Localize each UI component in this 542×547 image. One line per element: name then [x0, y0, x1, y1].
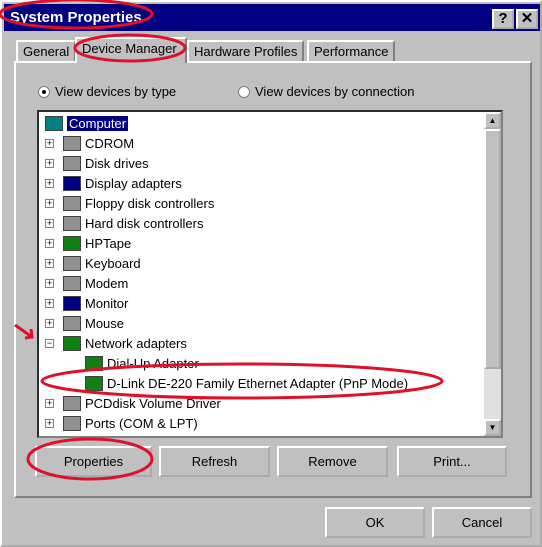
tree-item-label: HPTape — [85, 235, 132, 251]
tree-item[interactable]: Disk drives — [63, 154, 149, 172]
properties-button[interactable]: Properties — [35, 446, 152, 477]
mouse-icon — [63, 315, 81, 331]
expand-toggle[interactable]: − — [45, 339, 54, 348]
print-button[interactable]: Print... — [397, 446, 507, 477]
close-button[interactable]: ✕ — [516, 9, 538, 29]
tree-item[interactable]: D-Link DE-220 Family Ethernet Adapter (P… — [85, 374, 408, 392]
scroll-thumb[interactable] — [484, 129, 501, 369]
radio-label: View devices by type — [55, 84, 177, 99]
cancel-button[interactable]: Cancel — [432, 507, 532, 538]
modem-icon — [63, 275, 81, 291]
tree-item[interactable]: Floppy disk controllers — [63, 194, 214, 212]
expand-toggle[interactable]: + — [45, 139, 54, 148]
monitor-icon — [63, 175, 81, 191]
expand-toggle[interactable]: + — [45, 179, 54, 188]
tree-item-label: CDROM — [85, 135, 135, 151]
tree-item[interactable]: Display adapters — [63, 174, 182, 192]
tree-item[interactable]: Modem — [63, 274, 128, 292]
expand-toggle[interactable]: + — [45, 199, 54, 208]
expand-toggle[interactable]: + — [45, 279, 54, 288]
tree-item-label: D-Link DE-220 Family Ethernet Adapter (P… — [107, 375, 409, 391]
expand-toggle[interactable]: + — [45, 159, 54, 168]
controller-icon — [63, 195, 81, 211]
tree-item-label: Floppy disk controllers — [85, 195, 215, 211]
tree-item[interactable]: Network adapters — [63, 334, 187, 352]
expand-toggle[interactable]: + — [45, 259, 54, 268]
scroll-down-button[interactable]: ▼ — [484, 419, 501, 436]
tree-item[interactable]: Dial-Up Adapter — [85, 354, 199, 372]
tab-hardware-profiles[interactable]: Hardware Profiles — [187, 40, 305, 62]
refresh-button[interactable]: Refresh — [159, 446, 270, 477]
tree-item-label: Computer — [67, 115, 129, 131]
tree-item-label: Network adapters — [85, 335, 187, 351]
tree-item-label: Ports (COM & LPT) — [85, 415, 198, 431]
tree-item-label: PCDdisk Volume Driver — [85, 395, 221, 411]
tree-item[interactable]: Keyboard — [63, 254, 141, 272]
tree-item[interactable]: PCDdisk Volume Driver — [63, 394, 221, 412]
tree-item[interactable]: CDROM — [63, 134, 134, 152]
tree-item[interactable]: Computer — [45, 114, 129, 132]
port-icon — [63, 415, 81, 431]
tab-general[interactable]: General — [16, 40, 77, 62]
device-tree[interactable]: ▲ ▼ Computer + CDROM + Disk drives + Display a… — [37, 110, 503, 438]
expand-toggle[interactable]: + — [45, 399, 54, 408]
tree-item-label: Mouse — [85, 315, 125, 331]
network-card-icon — [85, 375, 103, 391]
tab-performance[interactable]: Performance — [307, 40, 396, 62]
tree-item-label: Monitor — [85, 295, 129, 311]
disk-icon — [63, 395, 81, 411]
expand-toggle[interactable]: + — [45, 219, 54, 228]
window-title: System Properties — [10, 9, 142, 26]
radio-view-by-type[interactable]: View devices by type — [38, 84, 176, 99]
radio-unselected-icon — [238, 85, 250, 98]
radio-selected-icon — [38, 85, 50, 98]
monitor-icon — [63, 295, 81, 311]
network-card-icon — [63, 335, 81, 351]
title-bar: System Properties ? ✕ — [4, 4, 540, 31]
expand-toggle[interactable]: + — [45, 299, 54, 308]
tree-item[interactable]: Ports (COM & LPT) — [63, 414, 198, 432]
tree-item-label: Keyboard — [85, 255, 141, 271]
expand-toggle[interactable]: + — [45, 319, 54, 328]
tree-item[interactable]: Monitor — [63, 294, 128, 312]
tree-item[interactable]: Mouse — [63, 314, 124, 332]
remove-button[interactable]: Remove — [277, 446, 388, 477]
disk-icon — [63, 155, 81, 171]
tree-item-label: Dial-Up Adapter — [107, 355, 199, 371]
tab-device-manager[interactable]: Device Manager — [75, 37, 187, 63]
network-card-icon — [85, 355, 103, 371]
tree-item-label: Modem — [85, 275, 129, 291]
computer-icon — [45, 115, 63, 131]
tree-item-label: Display adapters — [85, 175, 182, 191]
help-button[interactable]: ? — [492, 9, 514, 29]
scroll-up-button[interactable]: ▲ — [484, 112, 501, 129]
cdrom-icon — [63, 135, 81, 151]
vertical-scrollbar[interactable]: ▲ ▼ — [484, 112, 501, 436]
keyboard-icon — [63, 255, 81, 271]
expand-toggle[interactable]: + — [45, 419, 54, 428]
expand-toggle[interactable]: + — [45, 239, 54, 248]
radio-view-by-connection[interactable]: View devices by connection — [238, 84, 414, 99]
tree-item-label: Hard disk controllers — [85, 215, 204, 231]
system-properties-window: System Properties ? ✕ General Device Man… — [0, 0, 542, 547]
ok-button[interactable]: OK — [325, 507, 425, 538]
radio-label: View devices by connection — [255, 84, 415, 99]
controller-icon — [63, 215, 81, 231]
board-icon — [63, 235, 81, 251]
tree-item[interactable]: Hard disk controllers — [63, 214, 204, 232]
tree-item[interactable]: HPTape — [63, 234, 131, 252]
tree-item-label: Disk drives — [85, 155, 149, 171]
